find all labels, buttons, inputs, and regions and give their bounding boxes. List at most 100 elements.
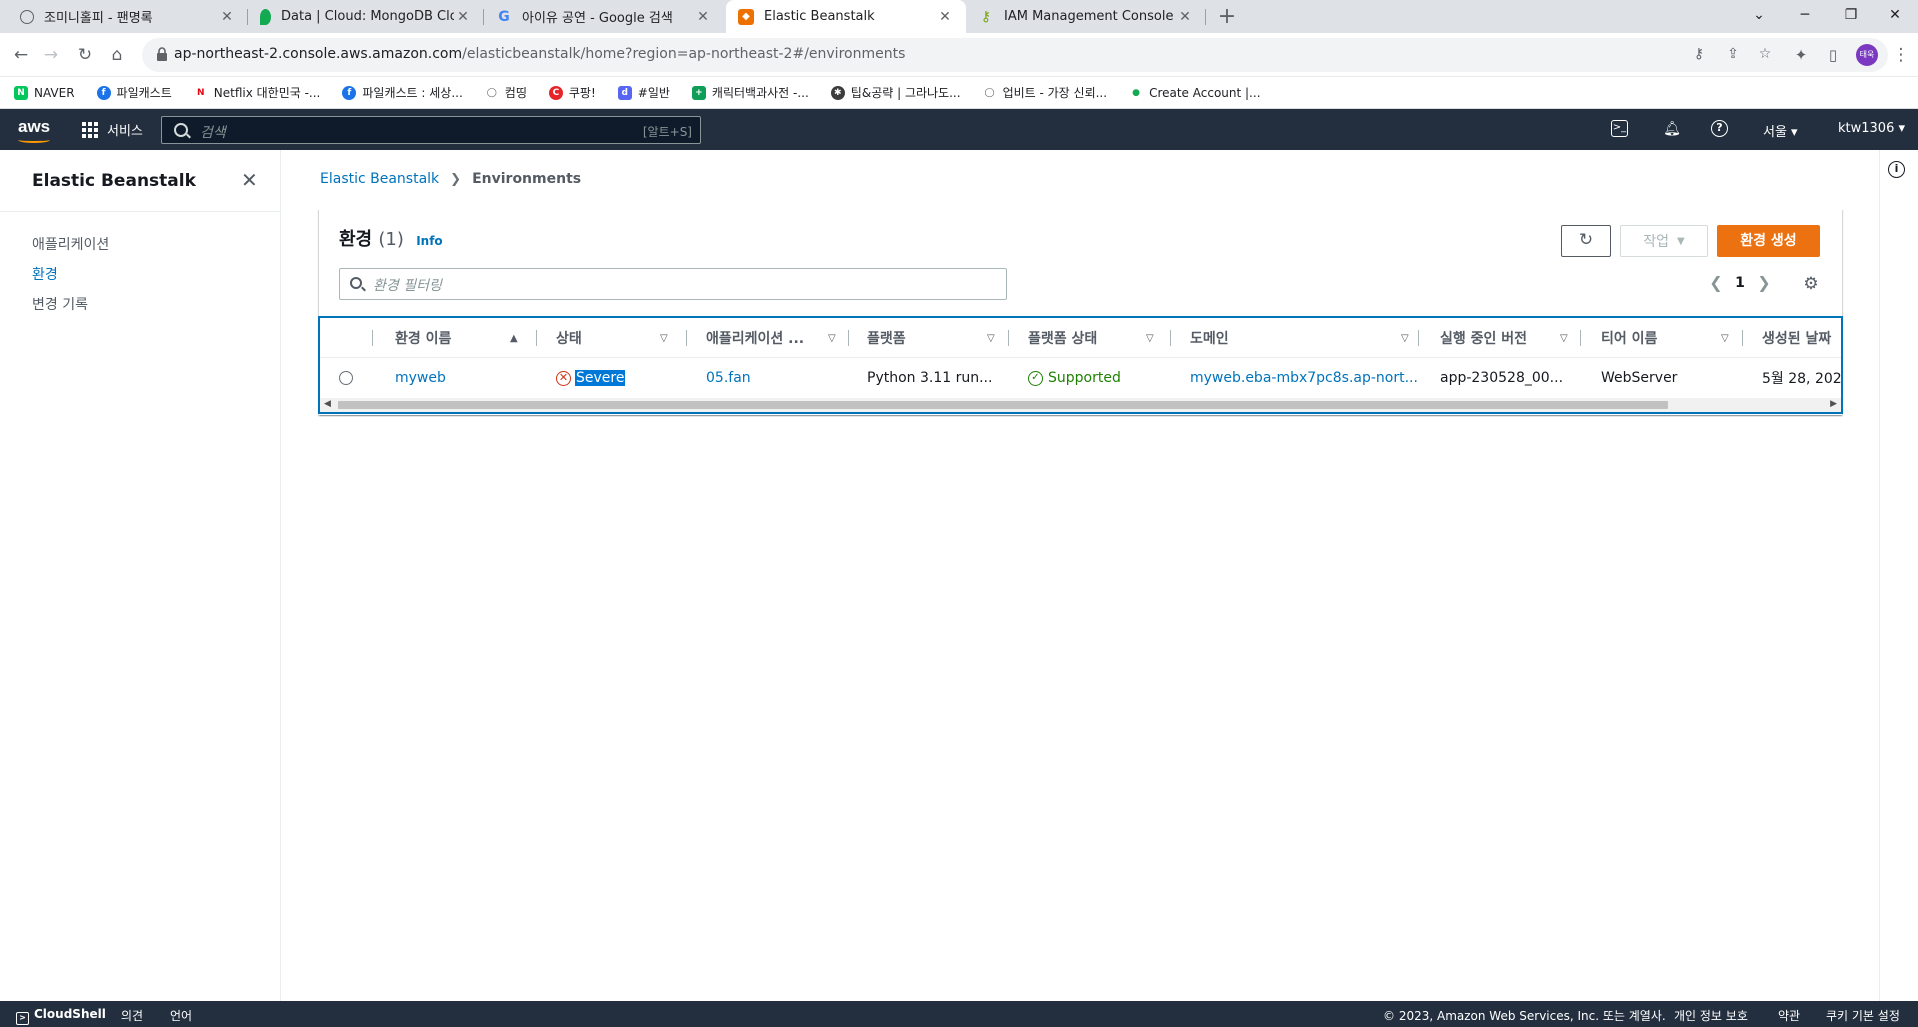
bookmark-star-icon[interactable]: ☆ — [1756, 46, 1774, 64]
column-header-running-version[interactable]: 실행 중인 버전 ▽ — [1440, 318, 1580, 358]
gear-icon[interactable]: ⚙ — [1801, 274, 1821, 294]
close-tab-icon[interactable]: ✕ — [936, 9, 954, 25]
aws-search-input[interactable]: 검색 [알트+S] — [161, 116, 701, 144]
restore-button[interactable]: ❐ — [1828, 0, 1874, 30]
actions-dropdown[interactable]: 작업 ▼ — [1620, 225, 1708, 257]
close-icon[interactable]: ✕ — [241, 168, 258, 192]
forward-icon[interactable]: → — [38, 42, 64, 68]
column-header-created[interactable]: 생성된 날짜 — [1762, 318, 1841, 358]
tab-title: Data | Cloud: MongoDB Cloud — [281, 9, 454, 24]
cloudshell-icon[interactable]: >_ — [1611, 120, 1628, 137]
lock-icon[interactable] — [156, 47, 168, 61]
row-select-radio[interactable] — [339, 358, 353, 398]
scrollbar-thumb[interactable] — [338, 401, 1668, 409]
column-header-platform-state[interactable]: 플랫폼 상태 ▽ — [1028, 318, 1168, 358]
profile-avatar[interactable]: 태욱 — [1856, 44, 1878, 66]
column-header-health[interactable]: 상태 ▽ — [556, 318, 676, 358]
side-panel-icon[interactable]: ▯ — [1820, 42, 1846, 68]
browser-menu-icon[interactable]: ⋮ — [1888, 42, 1914, 68]
application-link[interactable]: 05.fan — [706, 370, 751, 386]
info-link[interactable]: Info — [416, 234, 442, 248]
column-header-tier[interactable]: 티어 이름 ▽ — [1601, 318, 1741, 358]
bookmark-item[interactable]: N Netflix 대한민국 -... — [193, 84, 320, 101]
aws-logo[interactable]: aws — [18, 117, 50, 143]
environment-filter-input[interactable]: 환경 필터링 — [339, 268, 1007, 300]
language-selector[interactable]: 언어 — [170, 1007, 192, 1024]
bookmark-item[interactable]: C 쿠팡! — [548, 84, 596, 101]
close-tab-icon[interactable]: ✕ — [1176, 9, 1194, 25]
bookmark-item[interactable]: ✱ 팁&공략 | 그라나도... — [830, 84, 961, 101]
bookmark-item[interactable]: ◯ 업비트 - 가장 신뢰... — [982, 84, 1107, 101]
minimize-button[interactable]: ─ — [1782, 0, 1828, 30]
chevron-right-icon[interactable]: ❯ — [1752, 273, 1776, 292]
cookie-preferences-link[interactable]: 쿠키 기본 설정 — [1826, 1007, 1900, 1024]
bookmark-item[interactable]: + 캐릭터백과사전 -... — [691, 84, 809, 101]
bookmark-item[interactable]: d #일반 — [617, 84, 670, 101]
radio-button[interactable] — [339, 371, 353, 385]
horizontal-scrollbar[interactable]: ◀ ▶ — [320, 398, 1841, 412]
domain-link[interactable]: myweb.eba-mbx7pc8s.ap-nort... — [1190, 370, 1418, 386]
url-text[interactable]: ap-northeast-2.console.aws.amazon.com/el… — [174, 46, 905, 62]
help-icon[interactable]: ? — [1711, 120, 1728, 137]
bookmark-label: 파일캐스트 — [116, 86, 172, 100]
search-icon — [174, 123, 188, 137]
terms-link[interactable]: 약관 — [1778, 1007, 1800, 1024]
refresh-button[interactable]: ↻ — [1561, 225, 1611, 257]
column-header-application[interactable]: 애플리케이션 ... ▽ — [706, 318, 846, 358]
page-number[interactable]: 1 — [1728, 275, 1752, 291]
column-header-domain[interactable]: 도메인 ▽ — [1190, 318, 1410, 358]
close-window-button[interactable]: ✕ — [1872, 0, 1918, 30]
sidebar-item-environments[interactable]: 환경 — [32, 264, 58, 284]
tab-search-icon[interactable]: ⌄ — [1736, 0, 1782, 30]
bookmark-item[interactable]: f 파일캐스트 : 세상... — [342, 84, 463, 101]
column-header-platform[interactable]: 플랫폼 ▽ — [867, 318, 1007, 358]
divider — [536, 330, 537, 346]
scroll-right-icon[interactable]: ▶ — [1830, 399, 1837, 409]
browser-tab[interactable]: 조미니홀피 - 팬명록 ✕ — [8, 0, 248, 33]
bookmark-item[interactable]: ● Create Account |... — [1129, 85, 1261, 100]
create-environment-button[interactable]: 환경 생성 — [1717, 225, 1820, 257]
bookmark-label: 쿠팡! — [568, 86, 596, 100]
account-menu[interactable]: ktw1306 ▾ — [1838, 121, 1905, 136]
share-icon[interactable]: ⇪ — [1724, 46, 1742, 64]
close-tab-icon[interactable]: ✕ — [694, 9, 712, 25]
region-selector[interactable]: 서울 ▾ — [1763, 121, 1798, 140]
info-panel-icon[interactable]: i — [1888, 161, 1905, 178]
back-icon[interactable]: ← — [8, 42, 34, 68]
new-tab-button[interactable]: + — [1214, 4, 1240, 29]
naver-icon: N — [14, 85, 28, 100]
sidebar-title[interactable]: Elastic Beanstalk — [32, 171, 196, 191]
breadcrumb-link[interactable]: Elastic Beanstalk — [320, 171, 439, 187]
sidebar-item-change-history[interactable]: 변경 기록 — [32, 294, 88, 314]
bookmark-item[interactable]: ◯ 컴띵 — [484, 84, 527, 101]
scroll-left-icon[interactable]: ◀ — [324, 399, 331, 409]
home-icon[interactable]: ⌂ — [104, 42, 130, 68]
address-bar[interactable]: ap-northeast-2.console.aws.amazon.com/el… — [142, 38, 1888, 72]
bell-icon[interactable]: 🔔︎ — [1661, 118, 1683, 140]
column-header-name[interactable]: 환경 이름 ▲ — [395, 318, 535, 358]
key-icon[interactable]: ⚷ — [1690, 46, 1708, 64]
browser-tab-active[interactable]: ◆ Elastic Beanstalk ✕ — [726, 0, 966, 33]
environment-link[interactable]: myweb — [395, 370, 446, 386]
google-g-icon: G — [498, 8, 510, 25]
browser-tab[interactable]: G 아이유 공연 - Google 검색 ✕ — [484, 0, 724, 33]
feedback-link[interactable]: 의견 — [121, 1007, 143, 1024]
sidebar-item-applications[interactable]: 애플리케이션 — [32, 234, 109, 254]
cloudshell-button[interactable]: > CloudShell — [16, 1007, 106, 1025]
browser-tab[interactable]: ⚷ IAM Management Console ✕ — [966, 0, 1206, 33]
cell-name[interactable]: myweb — [395, 358, 446, 398]
browser-tab[interactable]: Data | Cloud: MongoDB Cloud ✕ — [248, 0, 484, 33]
extensions-icon[interactable]: ✦ — [1788, 42, 1814, 68]
cell-application[interactable]: 05.fan — [706, 358, 751, 398]
divider — [1170, 330, 1171, 346]
chevron-left-icon[interactable]: ❮ — [1704, 273, 1728, 292]
bookmark-item[interactable]: f 파일캐스트 — [96, 84, 172, 101]
table-row[interactable]: myweb ✕ Severe 05.fan Python 3.11 run... … — [320, 358, 1841, 398]
reload-icon[interactable]: ↻ — [72, 42, 98, 68]
services-menu-button[interactable]: 서비스 — [82, 120, 143, 139]
bookmark-item[interactable]: N NAVER — [14, 85, 75, 100]
privacy-link[interactable]: 개인 정보 보호 — [1674, 1007, 1748, 1024]
close-tab-icon[interactable]: ✕ — [218, 9, 236, 25]
cell-domain[interactable]: myweb.eba-mbx7pc8s.ap-nort... — [1190, 358, 1418, 398]
close-tab-icon[interactable]: ✕ — [454, 9, 472, 25]
